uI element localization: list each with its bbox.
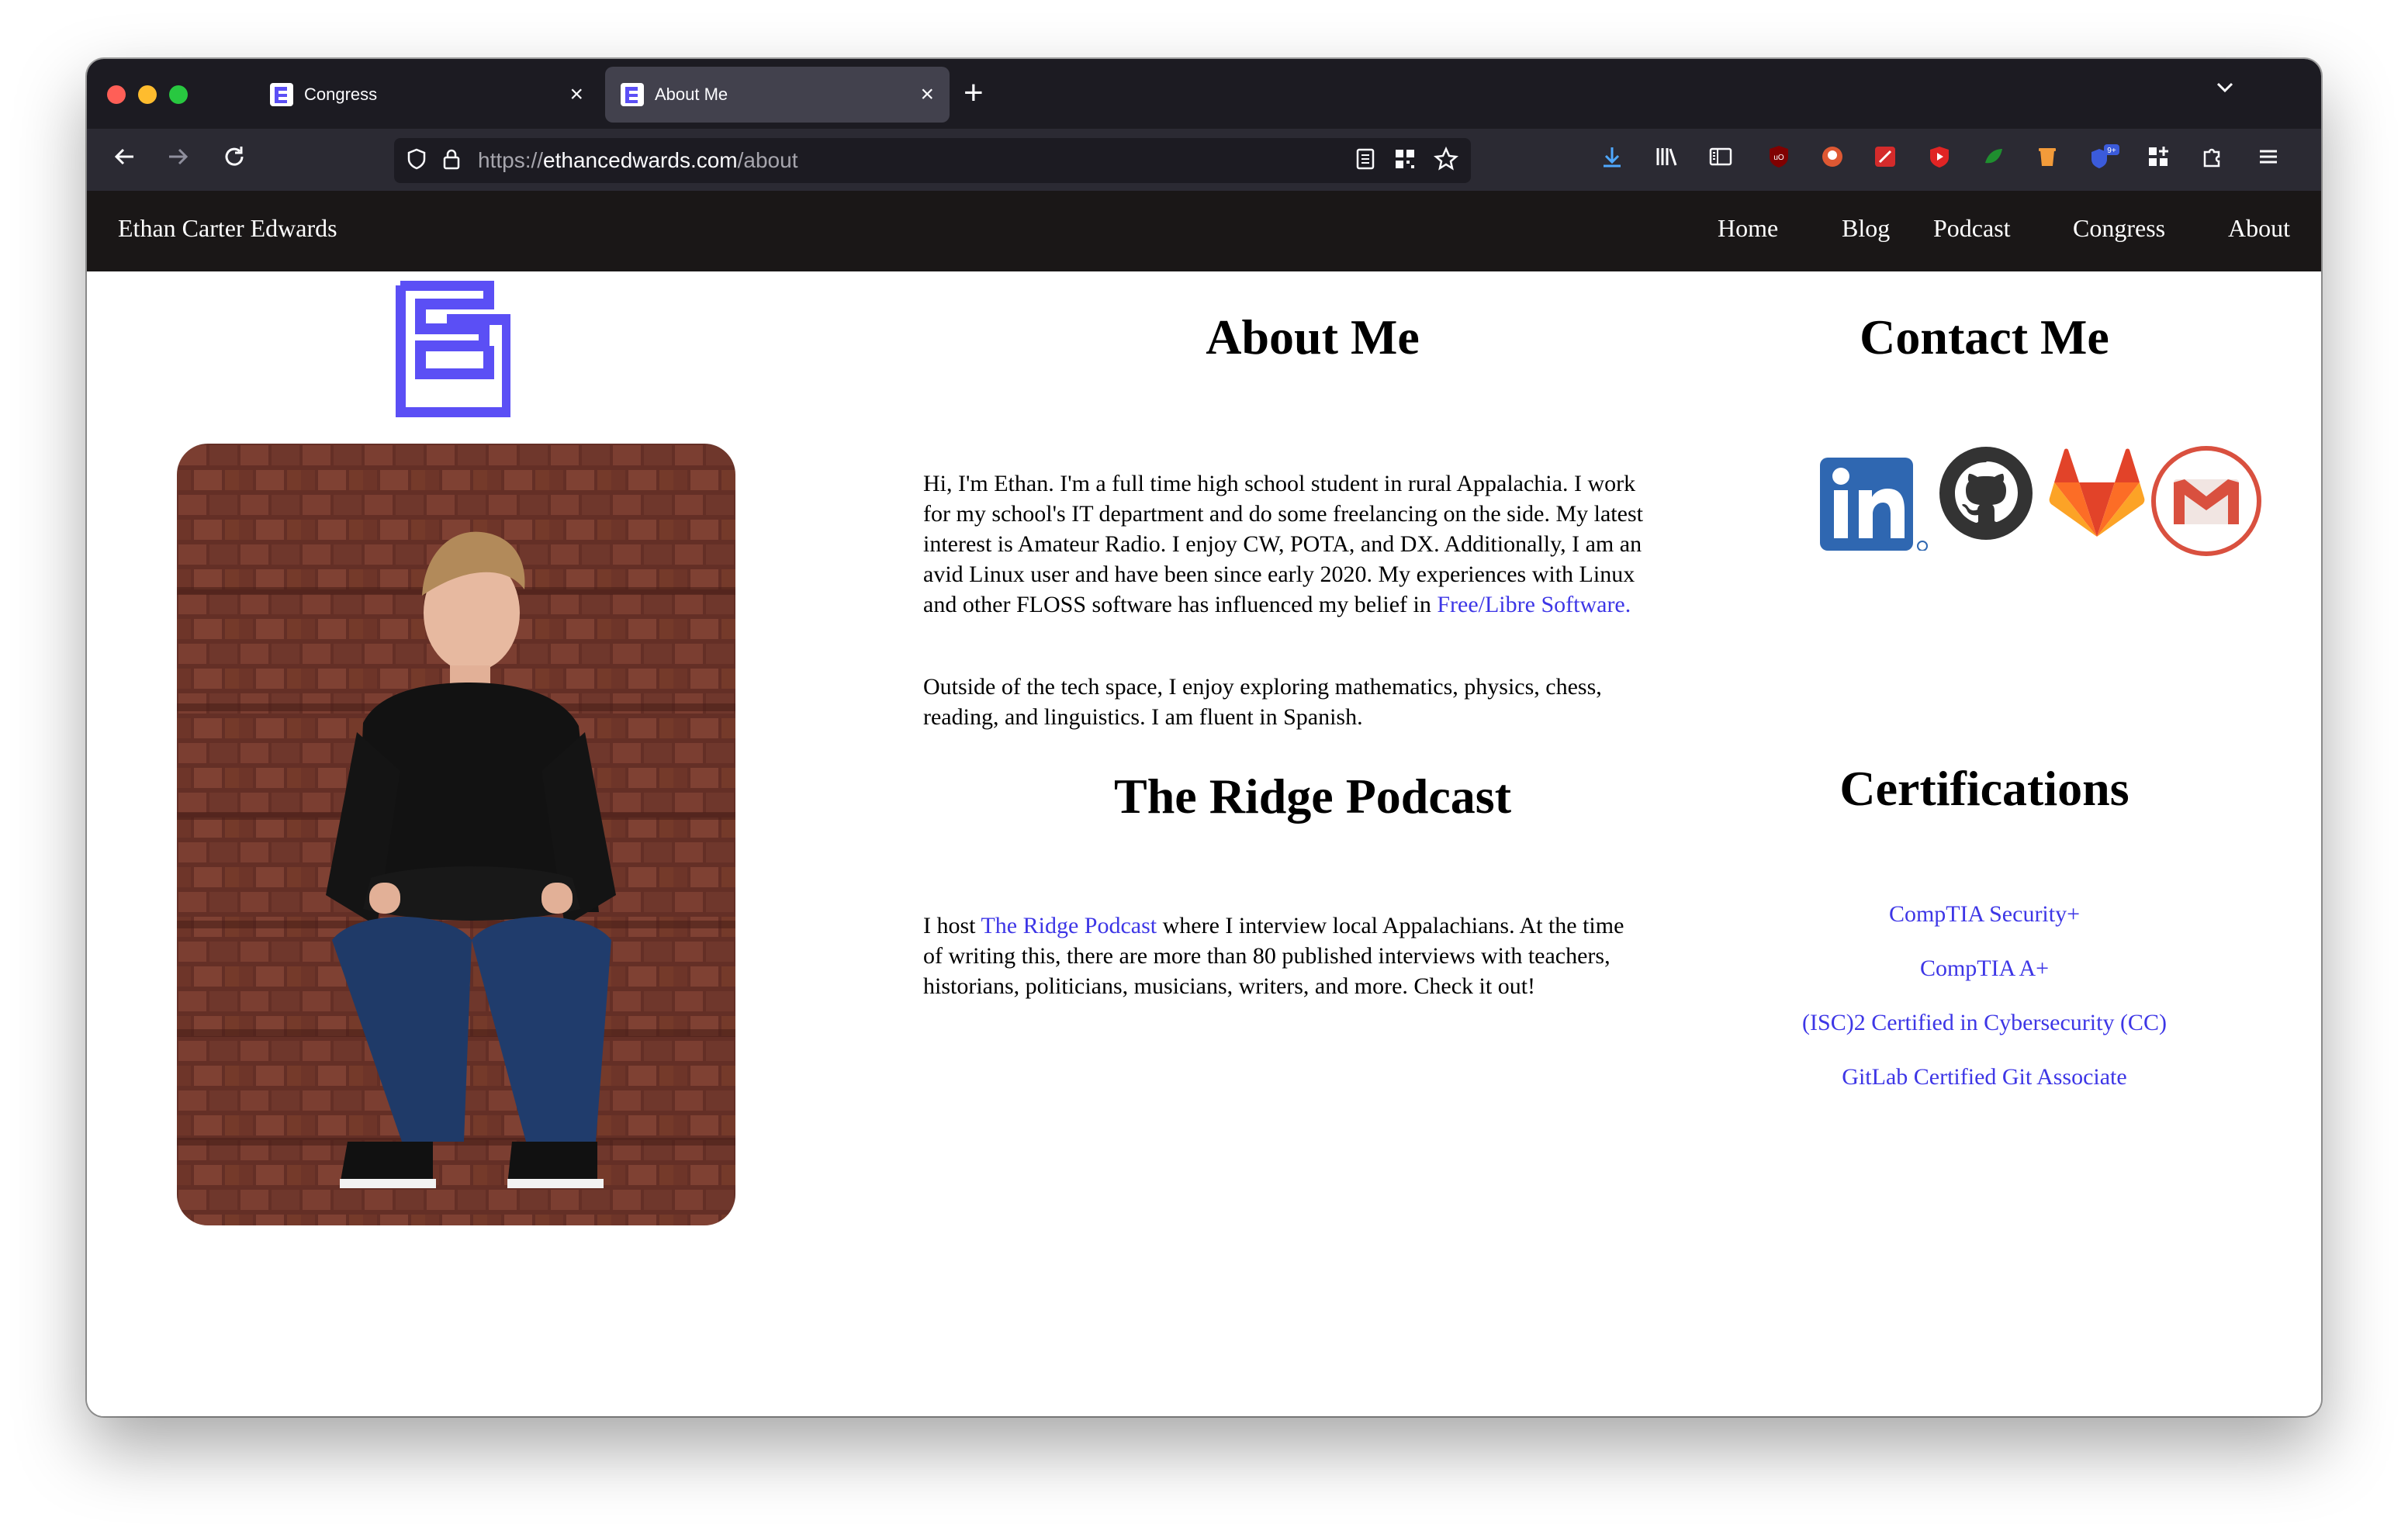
bookmark-star-icon[interactable] (1434, 146, 1458, 175)
reader-view-icon[interactable] (1354, 147, 1376, 175)
page-content: About Me Hi, I'm Ethan. I'm a full time … (87, 271, 2321, 1416)
url-text[interactable]: https://ethancedwards.com/about (478, 148, 797, 173)
cert-link-a-plus[interactable]: CompTIA A+ (1752, 956, 2217, 982)
navigation-toolbar: https://ethancedwards.com/about uO 9+ (87, 129, 2321, 191)
sidebar-icon[interactable] (1708, 144, 1733, 178)
gitlab-icon[interactable] (2046, 445, 2147, 551)
free-libre-software-link[interactable]: Free/Libre Software. (1437, 592, 1631, 617)
extensions-grid-icon[interactable] (2146, 144, 2171, 178)
ridge-podcast-link[interactable]: The Ridge Podcast (981, 913, 1157, 938)
gmail-icon[interactable] (2150, 445, 2262, 556)
youtube-extension-icon[interactable] (1927, 144, 1952, 178)
privacy-badger-icon[interactable]: 9+ (2088, 144, 2119, 181)
site-brand[interactable]: Ethan Carter Edwards (118, 214, 337, 243)
nav-home[interactable]: Home (1718, 214, 1778, 243)
url-path: /about (737, 148, 798, 172)
reload-icon[interactable] (220, 143, 248, 178)
url-scheme: https:// (478, 148, 544, 172)
tab-congress[interactable]: Congress × (254, 67, 599, 123)
github-icon[interactable] (1938, 445, 2034, 551)
about-me-heading: About Me (1206, 309, 1420, 365)
close-window-button[interactable] (107, 85, 126, 104)
extension-badge: 9+ (2107, 147, 2116, 155)
site-favicon-icon (270, 83, 293, 106)
nav-podcast[interactable]: Podcast (1933, 214, 2011, 243)
shield-icon[interactable] (405, 147, 428, 175)
cert-link-isc2-cc[interactable]: (ISC)2 Certified in Cybersecurity (CC) (1752, 1010, 2217, 1036)
minimize-window-button[interactable] (138, 85, 157, 104)
trash-extension-icon[interactable] (2036, 144, 2059, 178)
contact-me-heading: Contact Me (1860, 309, 2109, 365)
site-favicon-icon (621, 83, 644, 106)
tab-title: About Me (655, 85, 728, 104)
ridge-podcast-heading: The Ridge Podcast (1114, 769, 1511, 824)
hamburger-menu-icon[interactable] (2256, 144, 2281, 178)
certifications-heading: Certifications (1839, 761, 2129, 816)
ublock-origin-icon[interactable]: uO (1767, 144, 1790, 178)
cert-link-security-plus[interactable]: CompTIA Security+ (1752, 901, 2217, 928)
podcast-text-before: I host (923, 913, 981, 938)
duckduckgo-icon[interactable] (1820, 144, 1845, 178)
url-host: ethancedwards.com (543, 148, 738, 172)
cert-link-gitlab-git-associate[interactable]: GitLab Certified Git Associate (1752, 1064, 2217, 1090)
tab-strip: Congress × About Me × + (87, 59, 2321, 129)
green-leaf-extension-icon[interactable] (1981, 144, 2006, 178)
zoom-window-button[interactable] (169, 85, 188, 104)
forward-arrow-icon[interactable] (164, 143, 192, 178)
svg-text:uO: uO (1773, 154, 1784, 162)
downloads-icon[interactable] (1600, 144, 1624, 178)
nav-congress[interactable]: Congress (2073, 214, 2165, 243)
puzzle-extensions-icon[interactable] (2200, 144, 2225, 178)
tab-close-icon[interactable]: × (569, 83, 583, 106)
tab-close-icon[interactable]: × (920, 83, 934, 106)
site-navbar: Ethan Carter Edwards Home Blog Podcast C… (87, 191, 2321, 271)
site-logo-icon (395, 280, 513, 418)
podcast-paragraph: I host The Ridge Podcast where I intervi… (923, 911, 1645, 1001)
magic-wand-extension-icon[interactable] (1873, 144, 1898, 178)
tab-about-me[interactable]: About Me × (605, 67, 950, 123)
address-bar[interactable]: https://ethancedwards.com/about (394, 138, 1471, 183)
linkedin-icon[interactable] (1818, 445, 1932, 551)
about-paragraph-2: Outside of the tech space, I enjoy explo… (923, 674, 1602, 730)
about-paragraph-1: Hi, I'm Ethan. I'm a full time high scho… (923, 468, 1665, 620)
new-tab-button[interactable]: + (964, 76, 984, 110)
lock-icon[interactable] (441, 147, 462, 175)
back-arrow-icon[interactable] (110, 143, 138, 178)
qr-code-icon[interactable] (1393, 147, 1417, 175)
library-icon[interactable] (1654, 144, 1679, 178)
profile-photo (177, 444, 735, 1225)
nav-blog[interactable]: Blog (1842, 214, 1890, 243)
browser-window: Congress × About Me × + https://ethanced… (87, 59, 2321, 1416)
nav-about[interactable]: About (2228, 214, 2290, 243)
list-all-tabs-icon[interactable] (2214, 76, 2236, 103)
tab-title: Congress (304, 85, 378, 104)
